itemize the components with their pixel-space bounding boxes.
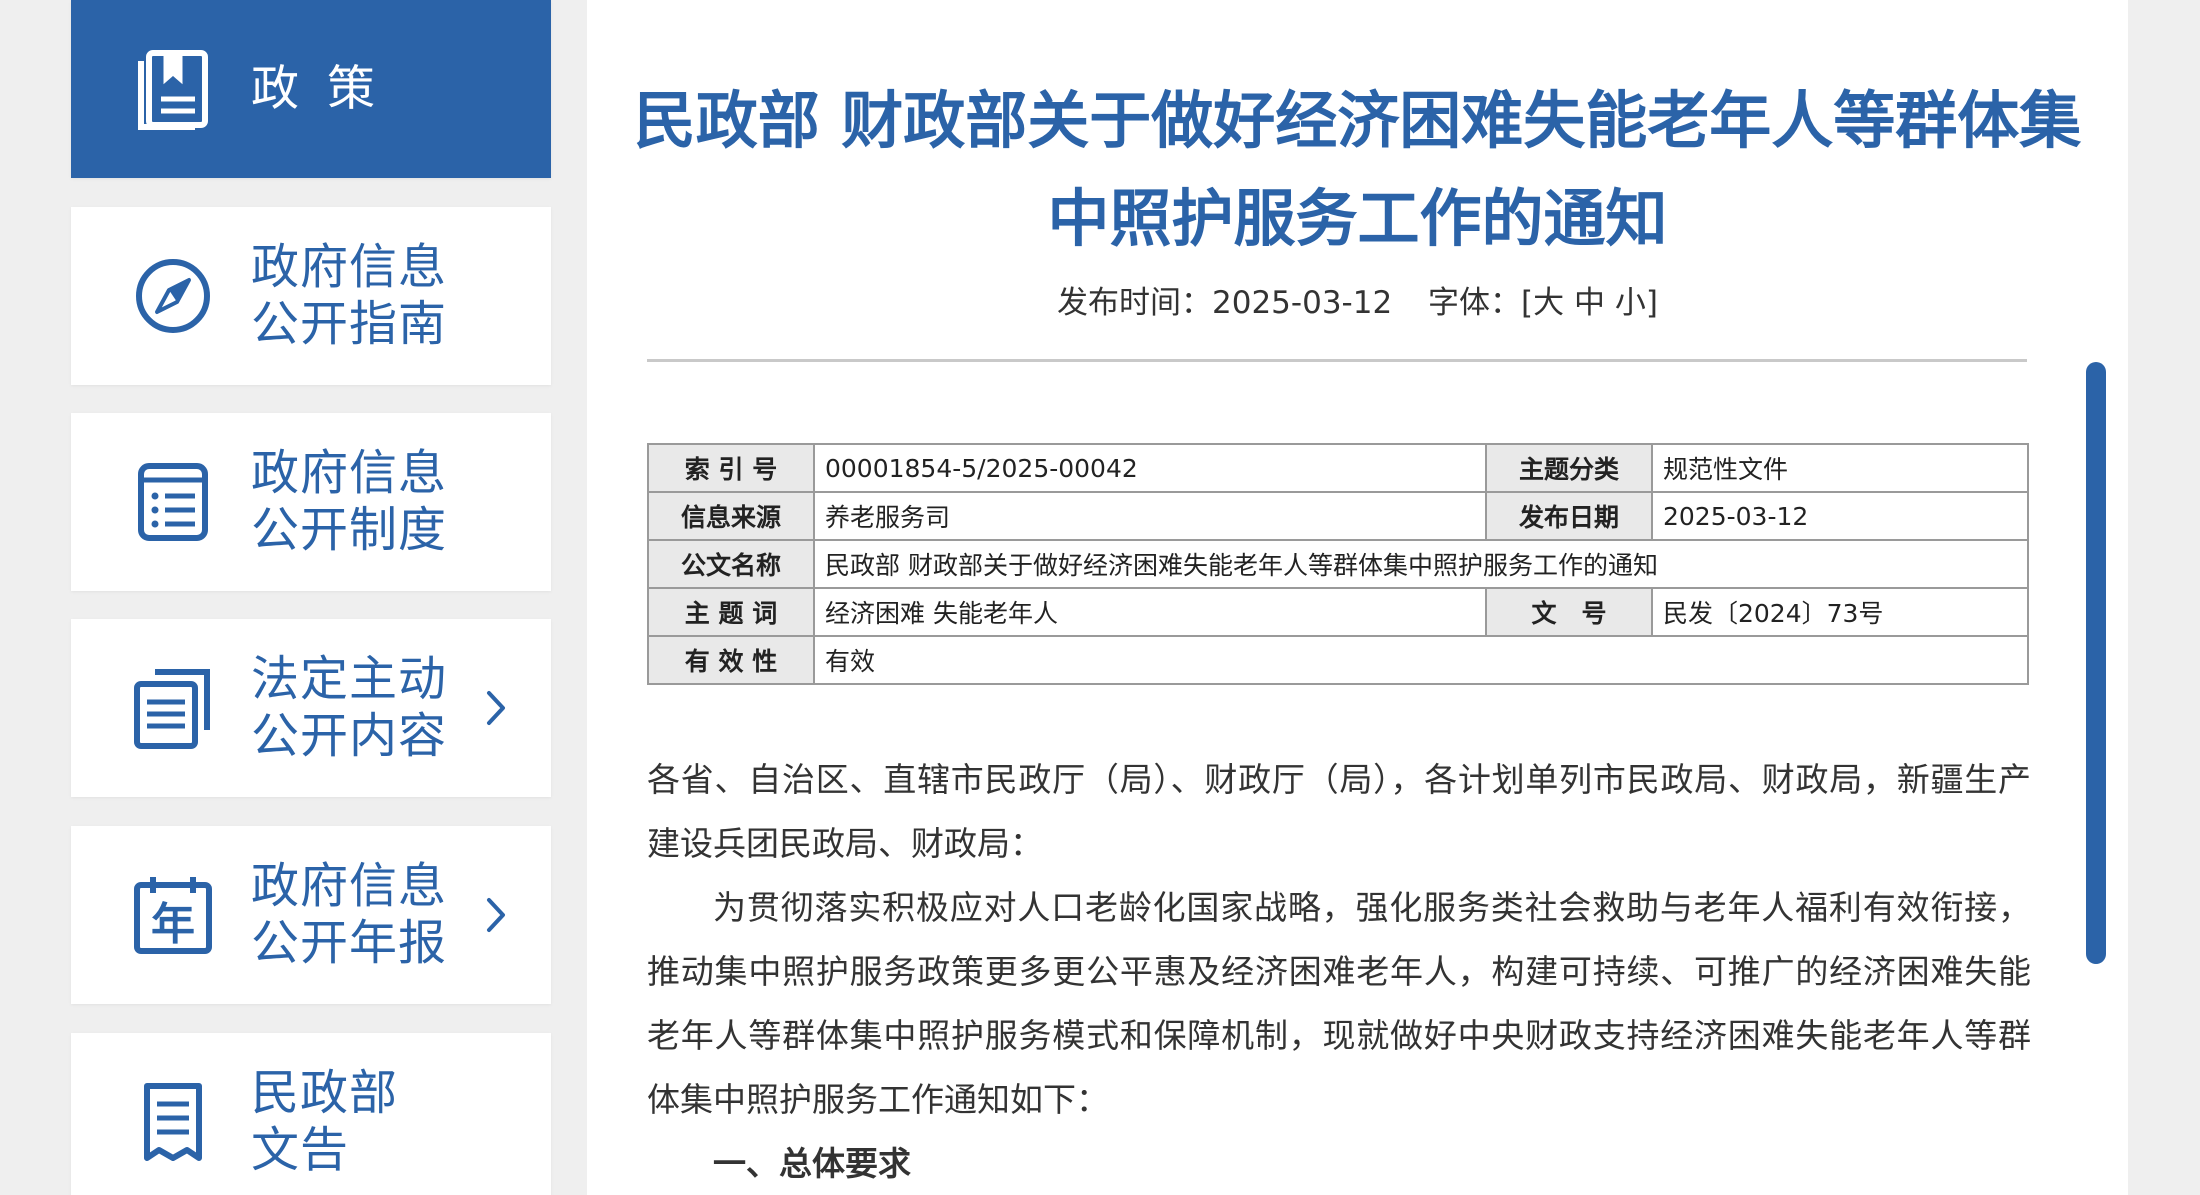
sidebar-item-label: 政府信息 公开指南 [251, 239, 448, 352]
policy-book-icon [131, 47, 215, 131]
validity-value: 有效 [813, 635, 2029, 685]
info-source-label: 信息来源 [647, 491, 815, 541]
validity-label: 有 效 性 [647, 635, 815, 685]
publish-date-value: 2025-03-12 [1651, 491, 2029, 541]
font-size-small-link[interactable]: 小 [1615, 285, 1646, 321]
list-document-icon [131, 460, 215, 544]
sidebar-item-label: 法定主动 公开内容 [251, 651, 448, 764]
subject-category-value: 规范性文件 [1651, 443, 2029, 493]
stacked-documents-icon [131, 666, 215, 750]
keywords-label: 主 题 词 [647, 587, 815, 637]
table-row: 有 效 性 有效 [647, 635, 2029, 685]
document-name-label: 公文名称 [647, 539, 815, 589]
chevron-right-icon [487, 691, 505, 725]
article-meta: 发布时间：2025-03-12 字体：[大 中 小] [587, 277, 2128, 322]
salutation-paragraph: 各省、自治区、直辖市民政厅（局）、财政厅（局），各计划单列市民政局、财政局，新疆… [647, 760, 2031, 863]
announcement-scroll-icon [131, 1080, 215, 1164]
document-info-table: 索 引 号 00001854-5/2025-00042 主题分类 规范性文件 信… [647, 443, 2029, 685]
sidebar-item-disclosure-guide[interactable]: 政府信息 公开指南 [71, 207, 551, 385]
index-number-value: 00001854-5/2025-00042 [813, 443, 1487, 493]
font-size-label: 字体： [1428, 285, 1522, 321]
document-name-value: 民政部 财政部关于做好经济困难失能老年人等群体集中照护服务工作的通知 [813, 539, 2029, 589]
scrollbar-thumb[interactable] [2086, 362, 2106, 964]
sidebar-item-disclosure-system[interactable]: 政府信息 公开制度 [71, 413, 551, 591]
publish-date: 2025-03-12 [1212, 285, 1393, 321]
info-source-value: 养老服务司 [813, 491, 1487, 541]
annual-icon-glyph: 年 [151, 899, 195, 950]
annual-report-calendar-icon: 年 [131, 873, 215, 957]
article-panel: 民政部 财政部关于做好经济困难失能老年人等群体集中照护服务工作的通知 发布时间：… [587, 0, 2128, 1195]
sidebar-item-statutory-disclosure[interactable]: 法定主动 公开内容 [71, 619, 551, 797]
sidebar-item-label: 政府信息 公开年报 [251, 858, 448, 971]
table-row: 信息来源 养老服务司 发布日期 2025-03-12 [647, 491, 2029, 541]
table-row: 主 题 词 经济困难 失能老年人 文 号 民发〔2024〕73号 [647, 587, 2029, 637]
body-paragraph: 为贯彻落实积极应对人口老龄化国家战略，强化服务类社会救助与老年人福利有效衔接，推… [647, 888, 2031, 1119]
section-heading: 一、总体要求 [713, 1144, 911, 1183]
table-row: 公文名称 民政部 财政部关于做好经济困难失能老年人等群体集中照护服务工作的通知 [647, 539, 2029, 589]
sidebar-item-label: 政府信息 公开制度 [251, 445, 448, 558]
article-title: 民政部 财政部关于做好经济困难失能老年人等群体集中照护服务工作的通知 [633, 84, 2082, 255]
font-size-medium-link[interactable]: 中 [1574, 285, 1605, 321]
sidebar-item-label: 政策 [251, 60, 404, 117]
document-number-label: 文 号 [1485, 587, 1653, 637]
font-size-large-link[interactable]: 大 [1533, 285, 1564, 321]
chevron-right-icon [487, 898, 505, 932]
font-size-bracket-close: ] [1645, 285, 1658, 321]
compass-icon [131, 254, 215, 338]
index-number-label: 索 引 号 [647, 443, 815, 493]
publish-date-label: 发布日期 [1485, 491, 1653, 541]
font-size-bracket-open: [ [1521, 285, 1534, 321]
sidebar-item-label: 民政部 文告 [251, 1065, 399, 1178]
document-number-value: 民发〔2024〕73号 [1651, 587, 2029, 637]
article-body: 各省、自治区、直辖市民政厅（局）、财政厅（局），各计划单列市民政局、财政局，新疆… [647, 748, 2031, 1195]
sidebar-item-annual-report[interactable]: 年 政府信息 公开年报 [71, 826, 551, 1004]
title-divider [647, 359, 2027, 362]
table-row: 索 引 号 00001854-5/2025-00042 主题分类 规范性文件 [647, 443, 2029, 493]
subject-category-label: 主题分类 [1485, 443, 1653, 493]
sidebar-item-ministry-announcements[interactable]: 民政部 文告 [71, 1033, 551, 1195]
keywords-value: 经济困难 失能老年人 [813, 587, 1487, 637]
sidebar-item-policy[interactable]: 政策 [71, 0, 551, 178]
page: 政策 政府信息 公开指南 政府信息 公开制度 法定主动 公开内容 年 政府信息 … [0, 0, 2200, 1195]
publish-label: 发布时间： [1057, 285, 1213, 321]
